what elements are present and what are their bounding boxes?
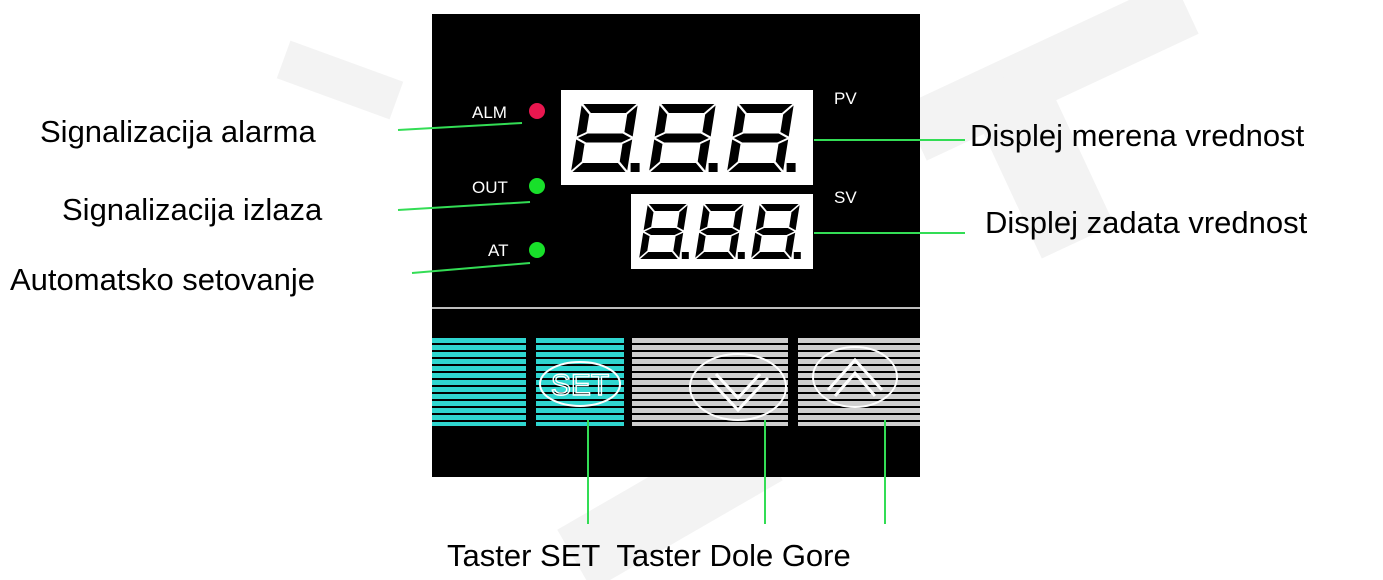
callout-pv: Displej merena vrednost [970, 118, 1305, 153]
callout-output: Signalizacija izlaza [62, 192, 323, 227]
callout-auto-tune: Automatsko setovanje [10, 262, 316, 297]
callout-alarm: Signalizacija alarma [40, 114, 316, 149]
leader-auto-tune [411, 262, 531, 274]
callout-sv: Displej zadata vrednost [985, 205, 1308, 240]
leader-output [397, 201, 531, 211]
callout-buttons: Taster SET Taster Dole Gore [447, 538, 851, 573]
controller-diagram: ALM OUT AT PV SV SET Signalizacija alarm… [0, 0, 1383, 580]
leader-alarm [397, 122, 523, 131]
